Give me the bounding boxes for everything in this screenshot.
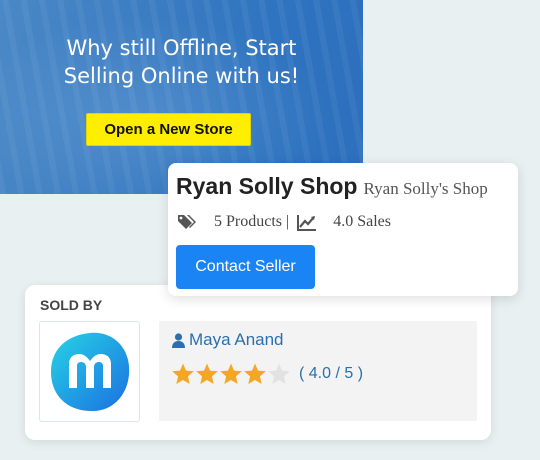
- star-filled-icon: [244, 363, 266, 384]
- shop-info-card: Ryan Solly Shop Ryan Solly's Shop 5 Prod…: [168, 163, 518, 296]
- contact-seller-button[interactable]: Contact Seller: [176, 245, 315, 289]
- sold-by-card: SOLD BY Maya Anand ( 4.0 / 5): [25, 285, 491, 440]
- line-chart-icon: [297, 214, 317, 231]
- sold-by-label: SOLD BY: [40, 297, 103, 313]
- stats-separator: |: [286, 213, 290, 230]
- m-logo-icon: [50, 332, 129, 411]
- store-logo[interactable]: [39, 321, 140, 422]
- tags-icon: [178, 214, 198, 231]
- seller-name-link[interactable]: Maya Anand: [172, 330, 284, 350]
- shop-subtitle: Ryan Solly's Shop: [363, 179, 488, 198]
- star-rating: [171, 362, 291, 386]
- seller-info-panel: Maya Anand ( 4.0 / 5 ): [159, 321, 477, 421]
- seller-rating: ( 4.0 / 5 ): [171, 362, 363, 386]
- sales-count: 4.0 Sales: [333, 213, 391, 230]
- star-filled-icon: [172, 363, 194, 384]
- banner-headline-line2: Selling Online with us!: [63, 64, 300, 88]
- star-filled-icon: [220, 363, 242, 384]
- rating-text: ( 4.0 / 5 ): [299, 365, 364, 382]
- shop-name[interactable]: Ryan Solly Shop: [176, 173, 357, 200]
- star-empty-icon: [268, 363, 290, 384]
- open-new-store-button[interactable]: Open a New Store: [86, 113, 251, 146]
- shop-title-row: Ryan Solly Shop Ryan Solly's Shop: [176, 173, 488, 200]
- seller-name: Maya Anand: [189, 330, 284, 349]
- banner-headline: Why still Offline, Start Selling Online …: [20, 34, 343, 90]
- shop-stats: 5 Products | 4.0 Sales: [178, 213, 391, 231]
- banner-headline-line1: Why still Offline, Start: [66, 36, 297, 60]
- products-count: 5 Products: [214, 213, 282, 230]
- star-filled-icon: [196, 363, 218, 384]
- user-icon: [172, 332, 185, 348]
